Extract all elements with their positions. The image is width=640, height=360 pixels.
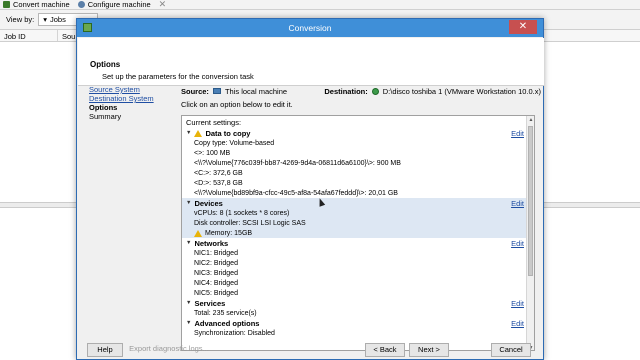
section-devices[interactable]: ▼ Devices Edit vCPUs: 8 (1 sockets * 8 c… (182, 198, 528, 238)
section-title: Data to copy (205, 128, 251, 138)
section-advanced-options[interactable]: ▼ Advanced options Edit Synchronization:… (182, 318, 528, 338)
cancel-button[interactable]: Cancel (491, 343, 531, 357)
convert-machine-button[interactable]: Convert machine (3, 0, 70, 9)
edit-link-data-to-copy[interactable]: Edit (511, 129, 524, 138)
section-services[interactable]: ▼ Services Edit Total: 235 service(s) (182, 298, 528, 318)
source-value: This local machine (224, 86, 288, 96)
list-item: <C:>: 372,6 GB (194, 169, 243, 177)
step-source-system[interactable]: Source System (89, 85, 179, 94)
list-item: Copy type: Volume-based (194, 139, 275, 147)
list-item: NIC4: Bridged (194, 279, 238, 287)
scrollbar-thumb[interactable] (528, 126, 533, 276)
collapse-triangle-icon[interactable]: ▼ (186, 240, 191, 246)
edit-link-advanced-options[interactable]: Edit (511, 319, 524, 328)
list-item: <\\?\Volume{bd89bf9a-cfcc-49c5-af8a-54af… (194, 189, 398, 197)
section-data-to-copy[interactable]: ▼ Data to copy Edit Copy type: Volume-ba… (182, 128, 528, 198)
section-networks[interactable]: ▼ Networks Edit NIC1: Bridged NIC2: Brid… (182, 238, 528, 298)
close-button[interactable]: ✕ (509, 20, 537, 34)
source-destination-bar: Source: This local machine Destination: … (181, 85, 541, 97)
help-button[interactable]: Help (87, 343, 123, 357)
edit-link-devices[interactable]: Edit (511, 199, 524, 208)
close-icon: ✕ (518, 21, 528, 32)
list-item: <>: 100 MB (194, 149, 231, 157)
list-item: Synchronization: Disabled (194, 329, 275, 337)
list-item: vCPUs: 8 (1 sockets * 8 cores) (194, 209, 290, 217)
current-settings-label: Current settings: (186, 118, 242, 127)
settings-scrollbar[interactable]: ▲ ▼ (526, 116, 534, 350)
scroll-up-icon[interactable]: ▲ (527, 116, 534, 124)
back-button[interactable]: < Back (365, 343, 405, 357)
conversion-dialog: Conversion ✕ Options Set up the paramete… (76, 18, 544, 360)
collapse-triangle-icon[interactable]: ▼ (186, 320, 191, 326)
configure-machine-button[interactable]: Configure machine (77, 0, 151, 9)
list-item: NIC2: Bridged (194, 259, 238, 267)
list-item: NIC5: Bridged (194, 289, 238, 297)
edit-hint: Click on an option below to edit it. (181, 100, 293, 109)
section-title: Networks (194, 238, 229, 248)
list-item: Total: 235 service(s) (194, 309, 257, 317)
list-item: Disk controller: SCSI LSI Logic SAS (194, 219, 306, 227)
list-item: <\\?\Volume{776c039f-bb87-4269-9d4a-0681… (194, 159, 401, 167)
list-item: Memory: 15GB (182, 228, 528, 238)
list-item: NIC1: Bridged (194, 249, 238, 257)
chevron-down-icon: ▾ (43, 15, 47, 24)
section-title: Devices (194, 198, 223, 208)
list-item: NIC3: Bridged (194, 269, 238, 277)
computer-icon (212, 88, 221, 94)
settings-panel: Current settings: ▼ Data to copy Edit Co… (181, 115, 535, 351)
collapse-triangle-icon[interactable]: ▼ (186, 130, 191, 136)
page-title: Options (90, 60, 121, 69)
destination-value: D:\disco toshiba 1 (VMware Workstation 1… (382, 86, 541, 96)
page-subtitle: Set up the parameters for the conversion… (102, 72, 254, 81)
step-summary: Summary (89, 112, 122, 121)
dialog-title: Conversion (288, 23, 332, 33)
step-destination-system[interactable]: Destination System (89, 94, 179, 103)
dialog-header: Options Set up the parameters for the co… (78, 38, 544, 86)
step-options: Options (89, 103, 118, 112)
gear-icon (77, 1, 85, 8)
edit-link-services[interactable]: Edit (511, 299, 524, 308)
close-icon[interactable]: ✕ (159, 0, 167, 10)
export-logs-button: Export diagnostic logs... (129, 344, 209, 353)
warning-icon (194, 129, 203, 137)
view-by-label: View by: (6, 15, 35, 24)
collapse-triangle-icon[interactable]: ▼ (186, 200, 191, 206)
dialog-titlebar[interactable]: Conversion ✕ (77, 19, 543, 37)
convert-icon (3, 1, 10, 8)
edit-link-networks[interactable]: Edit (511, 239, 524, 248)
main-toolbar: Convert machine Configure machine ✕ (0, 0, 640, 10)
destination-label: Destination: (324, 86, 368, 96)
warning-icon (194, 229, 202, 237)
column-job-id[interactable]: Job ID (0, 30, 58, 41)
source-label: Source: (181, 86, 209, 96)
section-title: Services (194, 298, 226, 308)
vmware-icon (371, 87, 379, 95)
wizard-steps: Source System Destination System Options… (89, 85, 179, 121)
next-button[interactable]: Next > (409, 343, 449, 357)
collapse-triangle-icon[interactable]: ▼ (186, 300, 191, 306)
section-title: Advanced options (194, 318, 260, 328)
list-item: <D:>: 537,8 GB (194, 179, 243, 187)
